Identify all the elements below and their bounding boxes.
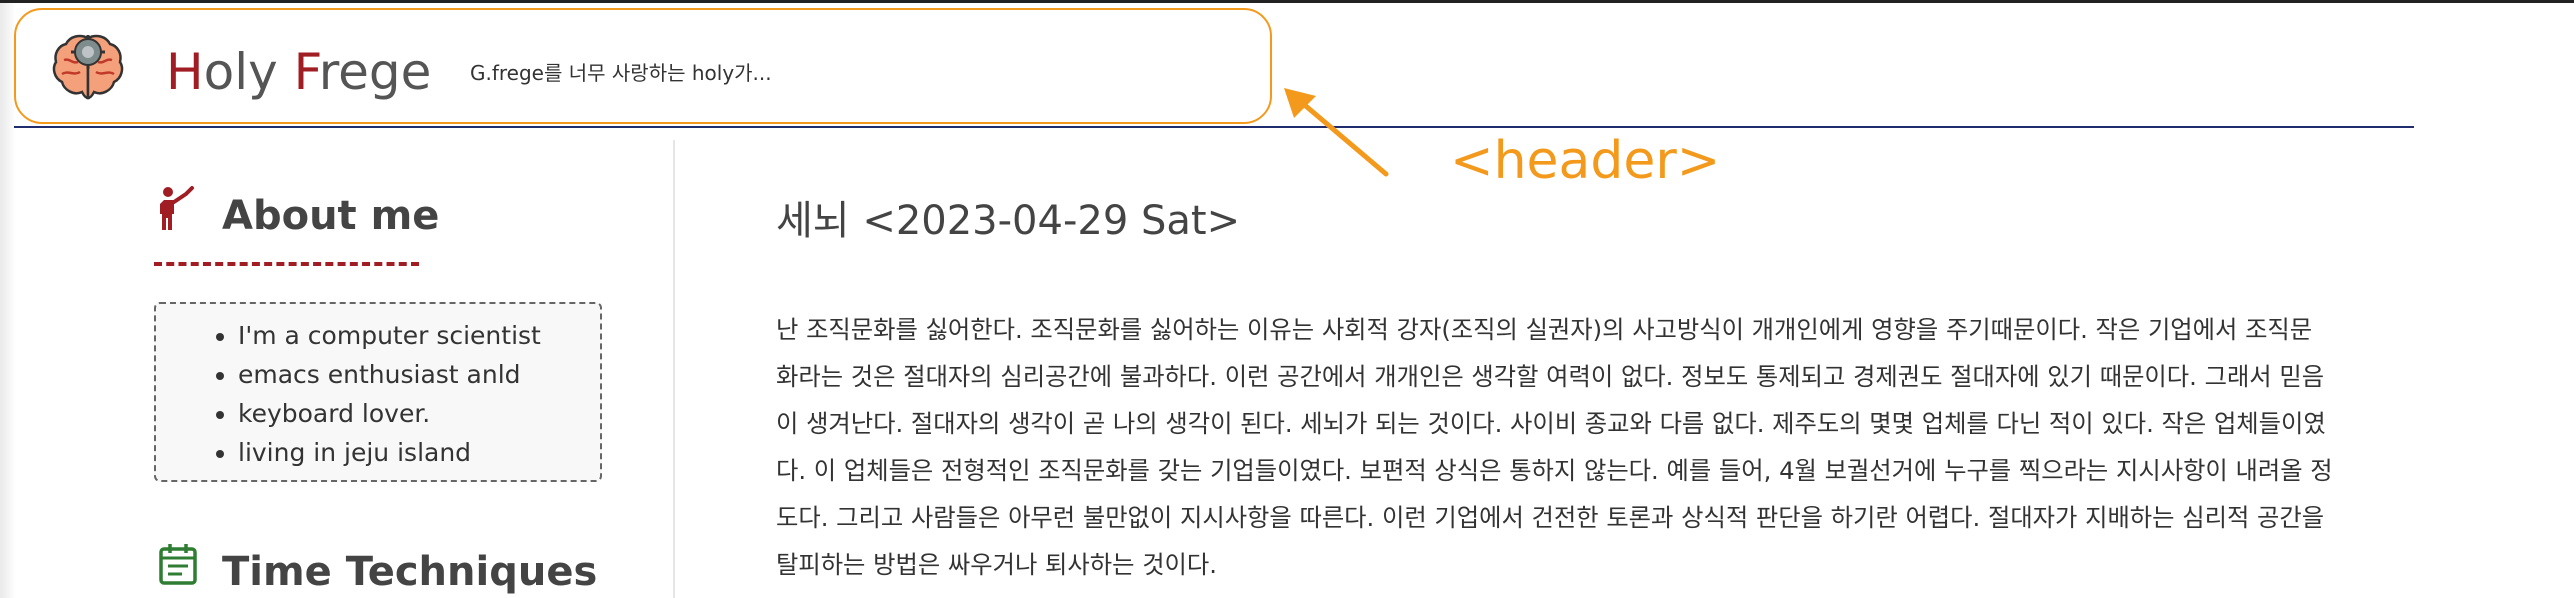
post-paragraph-line: 다. 이 업체들은 전형적인 조직문화를 갖는 기업들이였다. 보편적 상식은 … [776, 456, 2333, 485]
site-title[interactable]: Holy Frege [166, 42, 431, 102]
brain-gear-icon[interactable] [50, 30, 126, 108]
about-me-item: I'm a computer scientist [238, 316, 600, 355]
post-paragraph-line: 이 생겨난다. 절대자의 생각이 곧 나의 생각이 된다. 세뇌가 되는 것이다… [776, 409, 2326, 438]
post-paragraph-line: 화라는 것은 절대자의 심리공간에 불과하다. 이런 공간에서 개개인은 생각할… [776, 362, 2325, 391]
post-paragraph-line: 탈피하는 방법은 싸우거나 퇴사하는 것이다. [776, 550, 1217, 579]
post-paragraph-line: 난 조직문화를 싫어한다. 조직문화를 싫어하는 이유는 사회적 강자(조직의 … [776, 315, 2313, 344]
site-title-letter-h: H [166, 43, 204, 101]
about-me-item: keyboard lover. [238, 394, 600, 433]
time-techniques-heading: Time Techniques [222, 549, 598, 595]
person-waving-icon [156, 186, 198, 236]
post-title: 세뇌 <2023-04-29 Sat> [776, 198, 1241, 244]
header-underline [14, 126, 2414, 128]
arrow-icon [1280, 86, 1392, 184]
about-me-heading: About me [222, 193, 440, 239]
site-title-part-2: rege [318, 43, 432, 101]
calendar-icon [158, 542, 198, 590]
about-me-box: I'm a computer scientist emacs enthusias… [154, 302, 602, 482]
about-me-item: living in jeju island [238, 433, 600, 472]
about-me-underline [154, 262, 419, 266]
post-paragraph-line: 도다. 그리고 사람들은 아무런 불만없이 지시사항을 따른다. 이런 기업에서… [776, 503, 2325, 532]
window-top-border [0, 0, 2574, 3]
site-title-letter-f: F [293, 43, 319, 101]
annotation-label: <header> [1450, 131, 1721, 191]
sidebar-divider [673, 140, 675, 598]
about-me-list: I'm a computer scientist emacs enthusias… [156, 304, 600, 472]
about-me-item: emacs enthusiast anld [238, 355, 600, 394]
site-title-part-1: oly [203, 43, 294, 101]
site-tagline: G.frege를 너무 사랑하는 holy가... [470, 61, 772, 85]
post-body: 난 조직문화를 싫어한다. 조직문화를 싫어하는 이유는 사회적 강자(조직의 … [776, 306, 2376, 588]
